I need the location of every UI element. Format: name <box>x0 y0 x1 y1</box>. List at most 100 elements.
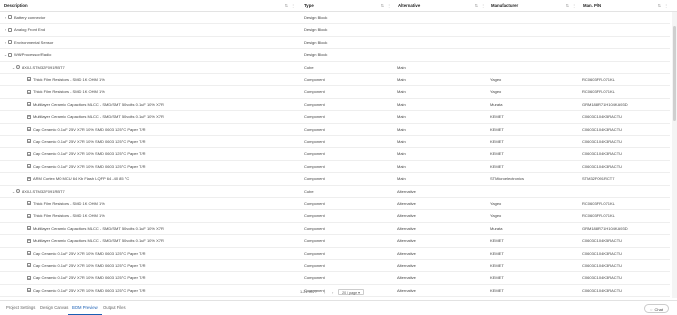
table-row[interactable]: ARM Cortex M0 MCU 64 Kb Flash LQFP 64 -4… <box>0 173 670 186</box>
sort-icon[interactable]: ⇅ <box>475 0 478 12</box>
table-row[interactable]: Thick Film Resistors - SMD 1K OHM 1% Comp… <box>0 198 670 211</box>
cell-alternative: Alternative <box>397 287 416 293</box>
cell-description: Multilayer Ceramic Capacitors MLCC - SMD… <box>0 223 298 235</box>
cell-type: Component <box>304 101 325 107</box>
group-row[interactable]: ⌄ 8X0J-STM32F091RBT7 Cube Alternative <box>0 186 670 198</box>
cell-description: Cap Ceramic 0.1uF 25V X7R 10% SMD 0603 1… <box>0 272 298 284</box>
description-text: Cap Ceramic 0.1uF 25V X7R 10% SMD 0603 1… <box>33 163 146 169</box>
table-row[interactable]: Thick Film Resistors - SMD 1K OHM 1% Comp… <box>0 74 670 87</box>
cell-description: Thick Film Resistors - SMD 1K OHM 1% <box>0 198 298 210</box>
description-text: Cap Ceramic 0.1uF 25V X7R 10% SMD 0603 1… <box>33 287 146 293</box>
block-row[interactable]: ⌄ Wifi/Processor/Radio Design Block <box>0 49 670 62</box>
design-block-icon <box>8 27 12 32</box>
component-icon <box>27 139 31 144</box>
tab-output-files[interactable]: Output Files <box>99 301 130 315</box>
column-header-mpn[interactable]: Man. P/N ⇅ ⋮ <box>579 0 671 12</box>
cell-manufacturer: Yageo <box>490 201 502 206</box>
cell-type: Component <box>304 250 325 256</box>
tab-project-settings[interactable]: Project Settings <box>2 301 39 315</box>
cell-manufacturer: KEMET <box>490 151 504 157</box>
sort-icon[interactable]: ⇅ <box>381 0 384 12</box>
component-icon <box>27 263 31 268</box>
component-icon <box>27 226 31 231</box>
block-row[interactable]: › Analog Front End Design Block <box>0 24 670 37</box>
page-size-value: 20 / page <box>342 291 358 295</box>
table-row[interactable]: Cap Ceramic 0.1uF 25V X7R 10% SMD 0603 1… <box>0 136 670 149</box>
table-row[interactable]: Multilayer Ceramic Capacitors MLCC - SMD… <box>0 99 670 112</box>
filter-icon[interactable]: ⋮ <box>481 0 485 12</box>
filter-icon[interactable]: ⋮ <box>572 0 576 12</box>
cell-manufacturer: KEMET <box>490 250 504 256</box>
description-text: Multilayer Ceramic Capacitors MLCC - SMD… <box>33 238 164 244</box>
cell-description: › Analog Front End <box>0 24 298 36</box>
block-row[interactable]: › Battery connector Design Block <box>0 12 670 25</box>
sort-icon[interactable]: ⇅ <box>566 0 569 12</box>
sort-icon[interactable]: ⇅ <box>658 0 661 12</box>
cell-type: Component <box>304 139 325 144</box>
cell-manufacturer <box>490 49 580 61</box>
cell-mpn: GRM188R71H104KA93D <box>582 225 628 231</box>
cell-alternative: Alternative <box>397 263 416 268</box>
table-row[interactable]: Multilayer Ceramic Capacitors MLCC - SMD… <box>0 223 670 236</box>
block-row[interactable]: › Environmental Sensor Design Block <box>0 37 670 50</box>
table-row[interactable]: Cap Ceramic 0.1uF 25V X7R 10% SMD 0603 1… <box>0 260 670 273</box>
cell-manufacturer: KEMET <box>490 163 504 169</box>
pagination: 1-21 of 77 ‹ › 20 / page ▾ <box>300 288 364 296</box>
component-icon <box>27 275 31 280</box>
component-icon <box>27 213 31 218</box>
cell-type: Design Block <box>304 27 328 33</box>
cell-manufacturer: KEMET <box>490 114 504 120</box>
cell-type: Component <box>304 89 325 95</box>
cell-mpn: C0603C104K3RACTU <box>582 263 623 268</box>
table-row[interactable]: Thick Film Resistors - SMD 1K OHM 1% Comp… <box>0 86 670 99</box>
cell-alternative: Main <box>397 101 406 107</box>
next-page-icon[interactable]: › <box>330 290 335 295</box>
filter-icon[interactable]: ⋮ <box>664 0 668 12</box>
column-header-description[interactable]: Description ⇅ ⋮ <box>0 0 298 12</box>
cell-alternative <box>397 12 487 24</box>
cell-alternative: Main <box>397 139 406 144</box>
scrollbar-thumb[interactable] <box>673 26 676 121</box>
chat-button[interactable]: ◌ Chat <box>644 304 669 313</box>
column-header-label: Description <box>4 3 28 8</box>
page-size-select[interactable]: 20 / page ▾ <box>338 289 364 295</box>
cell-alternative: Main <box>397 114 406 120</box>
column-header-alternative[interactable]: Alternative ⇅ ⋮ <box>394 0 488 12</box>
group-row[interactable]: ⌄ 8X0J-STM32F091RBT7 Cube Main <box>0 62 670 74</box>
prev-page-icon[interactable]: ‹ <box>322 290 327 295</box>
cell-alternative: Alternative <box>397 238 416 244</box>
column-header-label: Alternative <box>398 3 421 8</box>
column-header-manufacturer[interactable]: Manufacturer ⇅ ⋮ <box>487 0 579 12</box>
description-text: Analog Front End <box>14 27 46 33</box>
table-row[interactable]: Multilayer Ceramic Capacitors MLCC - SMD… <box>0 235 670 248</box>
cell-type: Component <box>304 275 325 281</box>
design-block-icon <box>8 40 12 45</box>
table-row[interactable]: Multilayer Ceramic Capacitors MLCC - SMD… <box>0 111 670 124</box>
tab-design-canvas[interactable]: Design Canvas <box>36 301 72 315</box>
bom-grid: Description ⇅ ⋮ Type ⇅ ⋮ Alternative ⇅ ⋮… <box>0 0 677 298</box>
table-row[interactable]: Cap Ceramic 0.1uF 25V X7R 10% SMD 0603 1… <box>0 248 670 260</box>
design-block-icon <box>8 15 12 20</box>
cell-mpn: RC0603FR-071KL <box>582 89 615 95</box>
column-header-type[interactable]: Type ⇅ ⋮ <box>300 0 394 12</box>
cell-manufacturer: Murata <box>490 225 503 231</box>
vertical-scrollbar[interactable] <box>672 12 677 298</box>
cell-description: ⌄ 8X0J-STM32F091RBT7 <box>0 62 298 74</box>
tab-bom-preview[interactable]: BOM Preview <box>68 301 102 315</box>
tab-label: BOM Preview <box>72 305 98 310</box>
table-row[interactable]: Cap Ceramic 0.1uF 25V X7R 10% SMD 0603 1… <box>0 161 670 174</box>
table-row[interactable]: Cap Ceramic 0.1uF 25V X7R 10% SMD 0603 1… <box>0 148 670 161</box>
description-text: Cap Ceramic 0.1uF 25V X7R 10% SMD 0603 1… <box>33 263 146 268</box>
description-text: Multilayer Ceramic Capacitors MLCC - SMD… <box>33 225 164 231</box>
sort-icon[interactable]: ⇅ <box>285 0 288 12</box>
cell-manufacturer: Murata <box>490 101 503 107</box>
table-row[interactable]: Thick Film Resistors - SMD 1K OHM 1% Comp… <box>0 210 670 223</box>
table-row[interactable]: Cap Ceramic 0.1uF 25V X7R 10% SMD 0603 1… <box>0 272 670 285</box>
filter-icon[interactable]: ⋮ <box>387 0 391 12</box>
table-row[interactable]: Cap Ceramic 0.1uF 25V X7R 10% SMD 0603 1… <box>0 124 670 136</box>
cell-description: Cap Ceramic 0.1uF 25V X7R 10% SMD 0603 1… <box>0 136 298 148</box>
cell-manufacturer <box>490 37 580 49</box>
filter-icon[interactable]: ⋮ <box>291 0 295 12</box>
cell-alternative: Main <box>397 89 406 95</box>
column-header-label: Manufacturer <box>491 3 519 8</box>
